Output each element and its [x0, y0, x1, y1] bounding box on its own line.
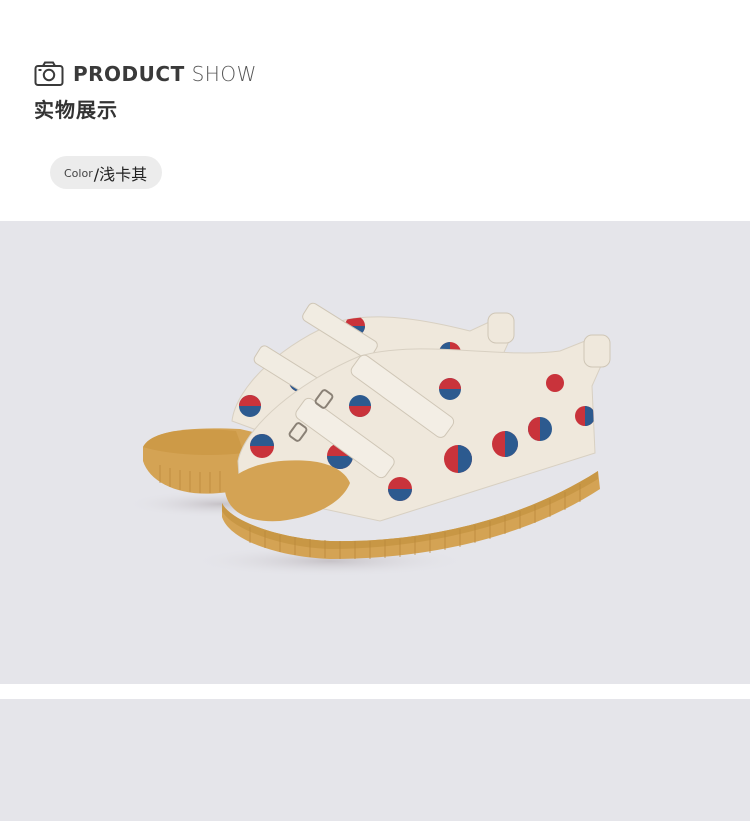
camera-icon — [34, 61, 64, 86]
section-gap — [0, 684, 750, 699]
color-badge: Color /浅卡其 — [50, 156, 163, 189]
color-value: /浅卡其 — [93, 164, 148, 184]
shoes-image — [125, 302, 611, 577]
subtitle-chinese: 实物展示 — [34, 98, 118, 122]
title-english: PRODUCT SHOW — [73, 56, 257, 92]
product-photo — [0, 221, 750, 684]
next-product-photo — [0, 699, 750, 821]
title-bold: PRODUCT — [73, 62, 185, 86]
color-label: Color — [64, 167, 93, 180]
header-section: PRODUCT SHOW 实物展示 Color /浅卡其 — [0, 0, 750, 221]
title-light: SHOW — [191, 62, 257, 86]
section-title: PRODUCT SHOW — [34, 56, 257, 92]
